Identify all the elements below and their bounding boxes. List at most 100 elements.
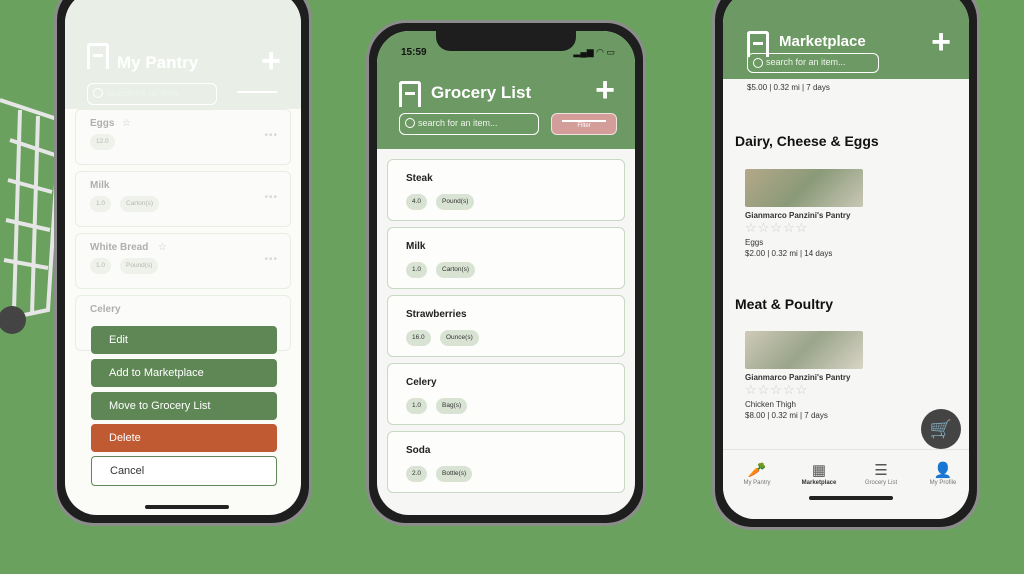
filter-button[interactable]: Filter xyxy=(551,113,617,135)
notch xyxy=(436,31,576,51)
product-image xyxy=(745,331,863,369)
add-icon[interactable]: + xyxy=(261,44,281,78)
marketplace-phone: Marketplace + search for an item... $5.0… xyxy=(712,0,980,530)
rating-stars: ☆☆☆☆☆ xyxy=(745,382,809,397)
list-item[interactable]: Milk 1.0 Carton(s) ••• xyxy=(75,171,291,227)
unit-chip: Bottle(s) xyxy=(436,466,473,482)
unit-chip: Carton(s) xyxy=(436,262,476,278)
product-card[interactable]: Gianmarco Panzini's Pantry ☆☆☆☆☆ Chicken… xyxy=(745,331,865,420)
unit-chip: Pound(s) xyxy=(436,194,475,210)
tab-my-pantry[interactable]: 🥕 My Pantry xyxy=(727,462,787,486)
marketplace-header: Marketplace + search for an item... xyxy=(723,0,969,79)
quantity-chip: 2.0 xyxy=(406,466,428,482)
tab-label: Grocery List xyxy=(864,480,898,486)
status-icons: ▂▄▆ ◠ ▭ xyxy=(573,47,615,57)
filter-icon xyxy=(562,120,606,122)
move-to-grocery-button[interactable]: Move to Grocery List xyxy=(91,392,277,420)
app-logo-icon xyxy=(87,43,109,69)
carrot-icon: 🥕 xyxy=(747,462,767,479)
status-time: 15:59 xyxy=(401,47,427,58)
item-name: Eggs xyxy=(90,118,115,129)
filter-icon[interactable] xyxy=(237,91,277,93)
quantity-chip: 1.0 xyxy=(90,258,112,274)
cancel-button[interactable]: Cancel xyxy=(91,456,277,486)
list-item[interactable]: White Bread ☆ 1.0 Pound(s) ••• xyxy=(75,233,291,289)
product-name: Chicken Thigh xyxy=(745,400,796,409)
add-icon[interactable]: + xyxy=(595,73,615,107)
top-item-detail: $5.00 | 0.32 mi | 7 days xyxy=(747,83,830,92)
unit-chip: Carton(s) xyxy=(120,196,160,212)
unit-chip: Ounce(s) xyxy=(440,330,479,346)
edit-button[interactable]: Edit xyxy=(91,326,277,354)
star-icon[interactable]: ☆ xyxy=(122,118,131,129)
seller-name: Gianmarco Panzini's Pantry xyxy=(745,373,851,382)
quantity-chip: 1.0 xyxy=(406,262,428,278)
app-logo-icon xyxy=(399,81,421,107)
quantity-chip: 4.0 xyxy=(406,194,428,210)
section-title-meat: Meat & Poultry xyxy=(735,296,834,312)
ellipsis-icon[interactable]: ••• xyxy=(264,130,278,141)
page-title: My Pantry xyxy=(117,53,199,72)
tab-label: Marketplace xyxy=(801,480,837,486)
unit-chip: Pound(s) xyxy=(120,258,159,274)
search-input[interactable]: search for an item... xyxy=(747,53,879,73)
product-name: Eggs xyxy=(745,238,764,247)
ellipsis-icon[interactable]: ••• xyxy=(264,192,278,203)
search-input[interactable]: search for an item... xyxy=(399,113,539,135)
filter-label: Filter xyxy=(577,123,591,129)
tab-grocery-list[interactable]: ☰ Grocery List xyxy=(851,462,911,486)
list-item[interactable]: Celery 1.0 Bag(s) xyxy=(387,363,625,425)
item-name: Celery xyxy=(406,377,437,388)
item-name: Celery xyxy=(90,304,121,315)
cart-icon[interactable]: 🛒 xyxy=(921,409,961,449)
add-to-marketplace-button[interactable]: Add to Marketplace xyxy=(91,359,277,387)
rating-stars: ☆☆☆☆☆ xyxy=(745,220,809,235)
grocery-header: 15:59 ▂▄▆ ◠ ▭ Grocery List + search for … xyxy=(377,31,635,149)
list-item[interactable]: Milk 1.0 Carton(s) xyxy=(387,227,625,289)
delete-button[interactable]: Delete xyxy=(91,424,277,452)
item-name: Milk xyxy=(90,180,110,191)
list-item[interactable]: Soda 2.0 Bottle(s) xyxy=(387,431,625,493)
home-indicator xyxy=(809,496,893,500)
item-name: Steak xyxy=(406,173,433,184)
item-name: White Bread xyxy=(90,242,149,253)
store-icon: ▦ xyxy=(811,462,827,479)
ellipsis-icon[interactable]: ••• xyxy=(264,254,278,265)
list-item[interactable]: Steak 4.0 Pound(s) xyxy=(387,159,625,221)
list-item[interactable]: Strawberries 16.0 Ounce(s) xyxy=(387,295,625,357)
quantity-chip: 1.0 xyxy=(90,196,112,212)
tab-label: My Profile xyxy=(929,480,957,486)
quantity-chip: 12.0 xyxy=(90,134,115,150)
home-indicator xyxy=(145,505,229,509)
search-input[interactable]: search for an item... xyxy=(87,83,217,105)
grocery-phone: 15:59 ▂▄▆ ◠ ▭ Grocery List + search for … xyxy=(366,20,646,526)
product-detail: $2.00 | 0.32 mi | 14 days xyxy=(745,249,833,258)
item-name: Soda xyxy=(406,445,431,456)
list-icon: ☰ xyxy=(874,462,888,479)
quantity-chip: 16.0 xyxy=(406,330,431,346)
product-image xyxy=(745,169,863,207)
bottom-tab-bar: 🥕 My Pantry ▦ Marketplace ☰ Grocery List… xyxy=(723,449,969,519)
grocery-screen: 15:59 ▂▄▆ ◠ ▭ Grocery List + search for … xyxy=(377,31,635,515)
product-detail: $8.00 | 0.32 mi | 7 days xyxy=(745,411,828,420)
page-title: Marketplace xyxy=(779,33,866,50)
marketplace-screen: Marketplace + search for an item... $5.0… xyxy=(723,0,969,519)
page-title: Grocery List xyxy=(431,83,532,102)
list-item[interactable]: Eggs ☆ 12.0 ••• xyxy=(75,109,291,165)
unit-chip: Bag(s) xyxy=(436,398,468,414)
item-name: Milk xyxy=(406,241,426,252)
add-icon[interactable]: + xyxy=(931,25,951,59)
pantry-phone: My Pantry + search for an item... Eggs ☆… xyxy=(54,0,312,526)
tab-my-profile[interactable]: 👤 My Profile xyxy=(913,462,969,486)
quantity-chip: 1.0 xyxy=(406,398,428,414)
tab-label: My Pantry xyxy=(743,480,771,486)
tab-marketplace[interactable]: ▦ Marketplace xyxy=(789,462,849,486)
pantry-screen: My Pantry + search for an item... Eggs ☆… xyxy=(65,0,301,515)
pantry-header: My Pantry + search for an item... xyxy=(65,0,301,109)
user-icon: 👤 xyxy=(933,462,953,479)
product-card[interactable]: Gianmarco Panzini's Pantry ☆☆☆☆☆ Eggs $2… xyxy=(745,169,865,258)
seller-name: Gianmarco Panzini's Pantry xyxy=(745,211,851,220)
star-icon[interactable]: ☆ xyxy=(158,242,167,253)
section-title-dairy: Dairy, Cheese & Eggs xyxy=(735,133,879,149)
item-name: Strawberries xyxy=(406,309,467,320)
